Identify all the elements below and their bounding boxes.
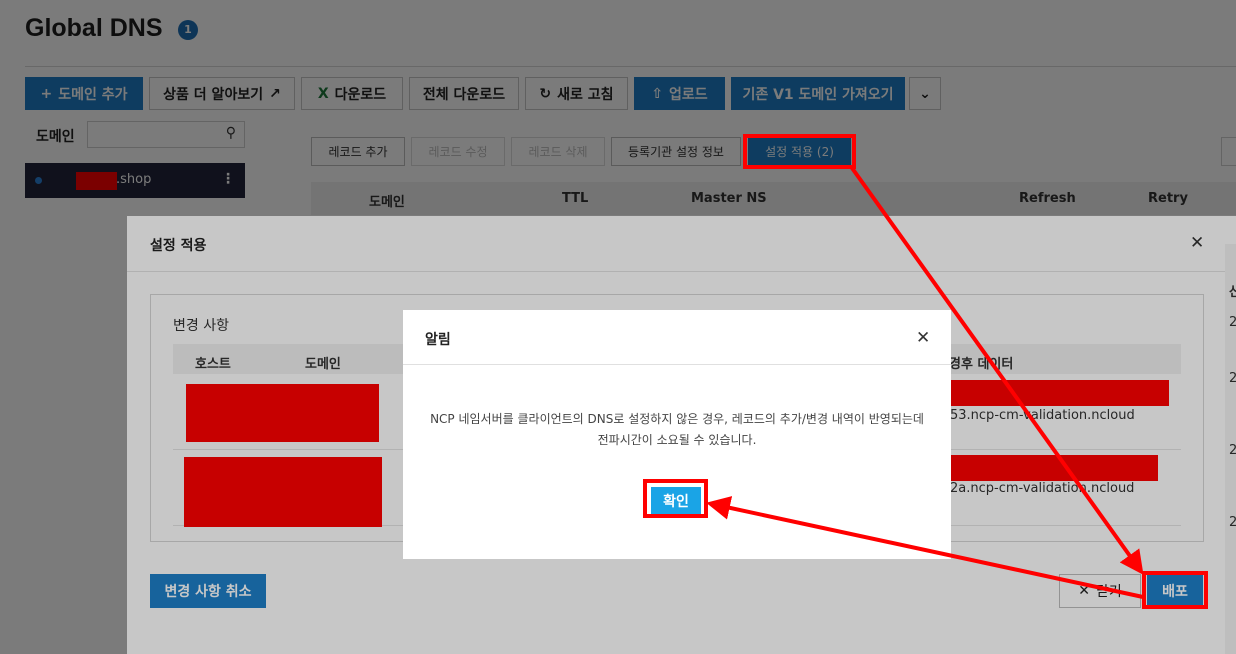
alert-dialog: 알림 ✕ NCP 네임서버를 클라이언트의 DNS로 설정하지 않은 경우, 레…	[403, 310, 951, 559]
divider	[403, 364, 951, 365]
annotation-box-deploy	[1142, 571, 1208, 609]
annotation-box-confirm	[643, 479, 708, 518]
close-icon[interactable]: ✕	[916, 328, 930, 348]
annotation-box-apply	[743, 134, 856, 169]
alert-message: NCP 네임서버를 클라이언트의 DNS로 설정하지 않은 경우, 레코드의 추…	[430, 412, 924, 447]
alert-title: 알림	[425, 332, 451, 348]
